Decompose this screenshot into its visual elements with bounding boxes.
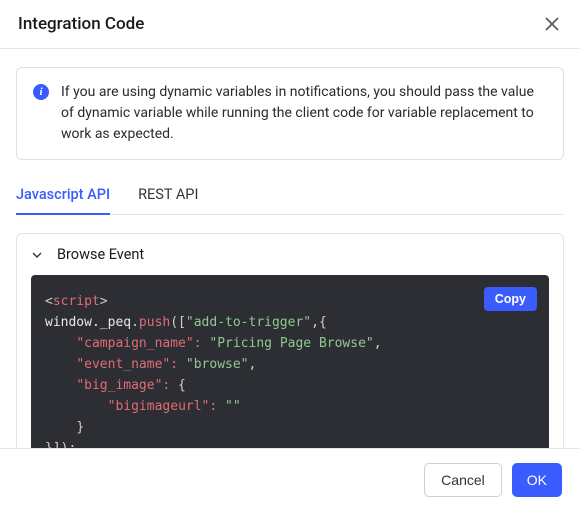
code-token: "Pricing Page Browse"	[202, 336, 374, 351]
close-icon[interactable]	[542, 14, 562, 34]
code-token: >	[100, 294, 108, 309]
modal-body: i If you are using dynamic variables in …	[0, 49, 580, 490]
copy-button[interactable]: Copy	[484, 287, 537, 311]
cancel-button[interactable]: Cancel	[424, 463, 502, 497]
modal-header: Integration Code	[0, 0, 580, 49]
section-title: Browse Event	[57, 246, 144, 263]
modal-footer: Cancel OK	[0, 448, 580, 511]
code-token: "browse"	[178, 357, 248, 372]
info-text: If you are using dynamic variables in no…	[61, 82, 547, 145]
code-token: "big_image":	[76, 378, 170, 393]
code-token: ([	[170, 315, 186, 330]
code-token: {	[170, 378, 186, 393]
tab-javascript-api[interactable]: Javascript API	[16, 178, 110, 215]
code-token: "add-to-trigger"	[186, 315, 311, 330]
code-token: ""	[217, 399, 240, 414]
code-token: ,{	[311, 315, 327, 330]
code-token: .	[131, 315, 139, 330]
code-token: "event_name":	[76, 357, 178, 372]
ok-button[interactable]: OK	[512, 463, 562, 497]
code-token: script	[53, 294, 100, 309]
chevron-down-icon	[31, 249, 43, 261]
code-block: Copy <script> window._peq.push(["add-to-t…	[31, 275, 549, 475]
info-callout: i If you are using dynamic variables in …	[16, 67, 564, 160]
code-token: push	[139, 315, 170, 330]
code-token: <	[45, 294, 53, 309]
info-icon: i	[33, 84, 49, 100]
code-token: ,	[374, 336, 382, 351]
modal-title: Integration Code	[18, 14, 144, 34]
code-token: ,	[249, 357, 257, 372]
section-toggle[interactable]: Browse Event	[17, 234, 563, 275]
code-token: "campaign_name":	[76, 336, 201, 351]
tab-rest-api[interactable]: REST API	[138, 178, 198, 215]
code-token: }	[76, 420, 84, 435]
code-token: "bigimageurl":	[108, 399, 218, 414]
tab-bar: Javascript API REST API	[16, 178, 564, 215]
code-token: window._peq	[45, 315, 131, 330]
